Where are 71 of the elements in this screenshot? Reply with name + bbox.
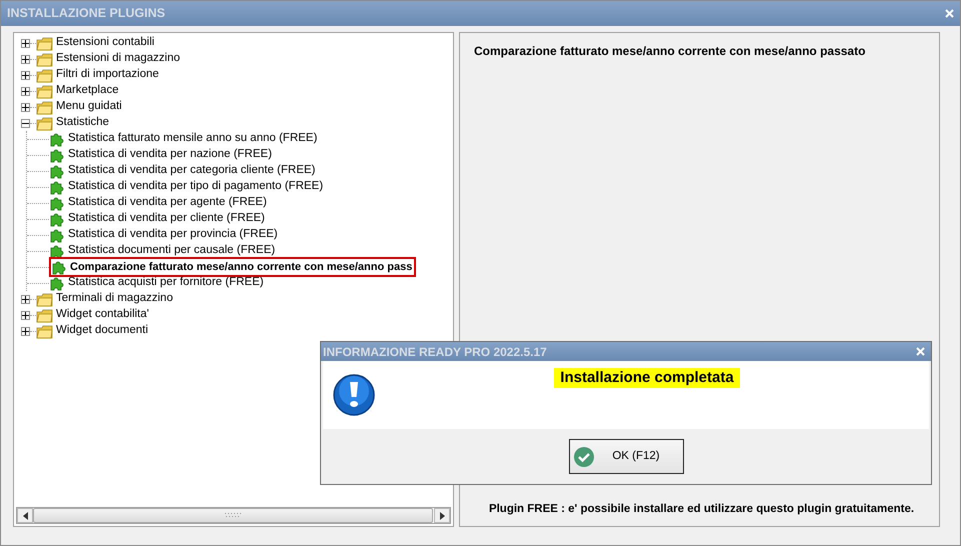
- puzzle-icon: [49, 195, 65, 211]
- expand-toggle[interactable]: [21, 102, 30, 112]
- scroll-thumb[interactable]: [33, 508, 433, 523]
- puzzle-icon: [49, 179, 65, 195]
- tree-item[interactable]: Statistica di vendita per nazione (FREE): [49, 146, 272, 164]
- tree-folder[interactable]: Estensioni di magazzino: [53, 50, 180, 68]
- puzzle-icon: [51, 259, 67, 275]
- selected-tree-item[interactable]: Comparazione fatturato mese/anno corrente con mese/anno pass: [49, 257, 416, 277]
- plugin-title: Comparazione fatturato mese/anno corrente con mese/anno passato: [474, 43, 866, 60]
- folder-icon: [36, 100, 53, 114]
- folder-icon: [36, 116, 53, 130]
- ok-button[interactable]: OK (F12): [568, 439, 684, 474]
- tree-item[interactable]: Statistica di vendita per provincia (FREE): [49, 226, 278, 244]
- tree-folder[interactable]: Widget contabilita': [53, 306, 149, 324]
- tree-item[interactable]: Statistica documenti per causale (FREE): [49, 242, 276, 260]
- plus-icon: [22, 328, 29, 334]
- tree-item[interactable]: Statistica fatturato mensile anno su anno (FREE): [49, 130, 318, 148]
- tree-folder[interactable]: Menu guidati: [53, 98, 122, 116]
- plus-icon: [22, 56, 29, 62]
- plus-icon: [22, 312, 29, 318]
- puzzle-icon: [49, 131, 65, 147]
- tree-item[interactable]: Statistica di vendita per categoria cliente (FREE): [49, 162, 316, 180]
- expand-toggle[interactable]: [21, 70, 30, 80]
- expand-toggle[interactable]: [21, 54, 30, 64]
- folder-icon: [36, 324, 53, 338]
- folder-icon: [36, 52, 53, 66]
- puzzle-icon: [49, 243, 65, 259]
- right-arrow-icon: [440, 512, 444, 520]
- tree-folder[interactable]: Estensioni contabili: [53, 34, 154, 52]
- tree-folder[interactable]: Marketplace: [53, 82, 119, 100]
- tree-folder[interactable]: Widget documenti: [53, 322, 148, 340]
- close-icon[interactable]: [945, 9, 954, 18]
- info-icon: [333, 374, 375, 416]
- plus-icon: [22, 296, 29, 302]
- expand-toggle[interactable]: [21, 86, 30, 96]
- plugin-note: Plugin FREE : e' possibile installare ed utilizzare questo plugin gratuitamente.: [488, 502, 916, 517]
- folder-icon: [36, 36, 53, 50]
- expand-toggle[interactable]: [21, 326, 30, 336]
- tree-item[interactable]: Statistica acquisti per fornitore (FREE): [49, 274, 264, 292]
- puzzle-icon: [49, 147, 65, 163]
- plus-icon: [22, 40, 29, 46]
- collapse-toggle[interactable]: [21, 118, 30, 128]
- scroll-left-button[interactable]: [17, 508, 33, 523]
- horizontal-scrollbar[interactable]: [16, 507, 451, 524]
- folder-icon: [36, 308, 53, 322]
- folder-icon: [36, 292, 53, 306]
- folder-icon: [36, 68, 53, 82]
- tree-folder[interactable]: Terminali di magazzino: [53, 290, 173, 308]
- close-icon[interactable]: [916, 347, 925, 356]
- tree-item[interactable]: Statistica di vendita per tipo di pagamento (FREE): [49, 178, 324, 196]
- tree-folder[interactable]: Filtri di importazione: [53, 66, 159, 84]
- puzzle-icon: [49, 227, 65, 243]
- check-icon: [574, 446, 594, 466]
- tree-item[interactable]: Statistica di vendita per cliente (FREE): [49, 210, 265, 228]
- dialog-message: Installazione completata: [554, 368, 740, 388]
- plus-icon: [22, 72, 29, 78]
- puzzle-icon: [49, 275, 65, 291]
- plus-icon: [22, 104, 29, 110]
- dialog-title: INFORMAZIONE READY PRO 2022.5.17: [323, 344, 547, 360]
- tree-item[interactable]: Statistica di vendita per agente (FREE): [49, 194, 267, 212]
- expand-toggle[interactable]: [21, 38, 30, 48]
- folder-icon: [36, 84, 53, 98]
- puzzle-icon: [49, 211, 65, 227]
- expand-toggle[interactable]: [21, 310, 30, 320]
- plus-icon: [22, 88, 29, 94]
- puzzle-icon: [49, 163, 65, 179]
- tree-folder[interactable]: Statistiche: [53, 114, 110, 132]
- left-arrow-icon: [22, 512, 28, 520]
- window-title: INSTALLAZIONE PLUGINS: [7, 5, 166, 22]
- expand-toggle[interactable]: [21, 294, 30, 304]
- scroll-right-button[interactable]: [434, 508, 450, 523]
